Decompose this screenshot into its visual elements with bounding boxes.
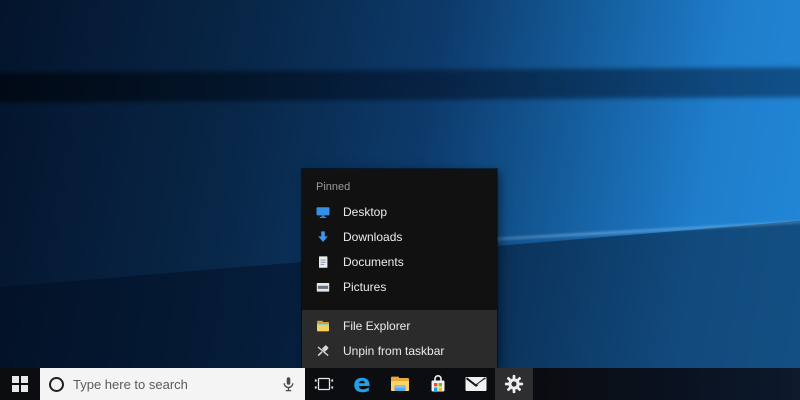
file-explorer-taskbar-icon [388, 372, 412, 396]
jumplist-item-label: Desktop [343, 205, 387, 219]
edge-button[interactable]: e [343, 368, 381, 400]
task-view-button[interactable] [305, 368, 343, 400]
windows-logo-icon [12, 376, 28, 392]
taskbar-search-box[interactable] [40, 368, 305, 400]
jumplist-item-label: File Explorer [343, 319, 410, 333]
downloads-icon [315, 229, 331, 245]
file-explorer-button[interactable] [381, 368, 419, 400]
store-icon [426, 372, 450, 396]
jumplist-item-label: Downloads [343, 230, 402, 244]
jumplist-item-label: Pictures [343, 280, 386, 294]
store-button[interactable] [419, 368, 457, 400]
jumplist-item-desktop[interactable]: Desktop [302, 199, 497, 224]
unpin-icon [315, 343, 331, 359]
jumplist-item-downloads[interactable]: Downloads [302, 224, 497, 249]
mail-button[interactable] [457, 368, 495, 400]
settings-button[interactable] [495, 368, 533, 400]
mail-icon [464, 372, 488, 396]
pictures-icon [315, 279, 331, 295]
jumplist-popup: Pinned Desktop Downloads Documents [302, 169, 497, 368]
task-view-icon [313, 373, 335, 395]
jumplist-section-title: Pinned [302, 169, 497, 199]
file-explorer-icon [315, 318, 331, 334]
jumplist-item-label: Unpin from taskbar [343, 344, 444, 358]
wallpaper-dark-band [0, 67, 800, 103]
jumplist-item-documents[interactable]: Documents [302, 249, 497, 274]
edge-icon: e [353, 371, 371, 397]
taskbar: e [0, 368, 800, 400]
jumplist-tasks-section: File Explorer Unpin from taskbar [302, 310, 497, 368]
desktop-icon [315, 204, 331, 220]
microphone-icon[interactable] [281, 376, 296, 393]
jumplist-item-file-explorer[interactable]: File Explorer [302, 313, 497, 338]
cortana-circle-icon [49, 377, 64, 392]
settings-gear-icon [503, 373, 525, 395]
documents-icon [315, 254, 331, 270]
windows-desktop-screen: Pinned Desktop Downloads Documents [0, 0, 800, 400]
search-input[interactable] [73, 377, 272, 392]
jumplist-pinned-section: Pinned Desktop Downloads Documents [302, 169, 497, 310]
jumplist-item-unpin[interactable]: Unpin from taskbar [302, 338, 497, 363]
jumplist-item-label: Documents [343, 255, 404, 269]
taskbar-empty-area[interactable] [533, 368, 800, 400]
start-button[interactable] [0, 368, 40, 400]
jumplist-item-pictures[interactable]: Pictures [302, 274, 497, 299]
